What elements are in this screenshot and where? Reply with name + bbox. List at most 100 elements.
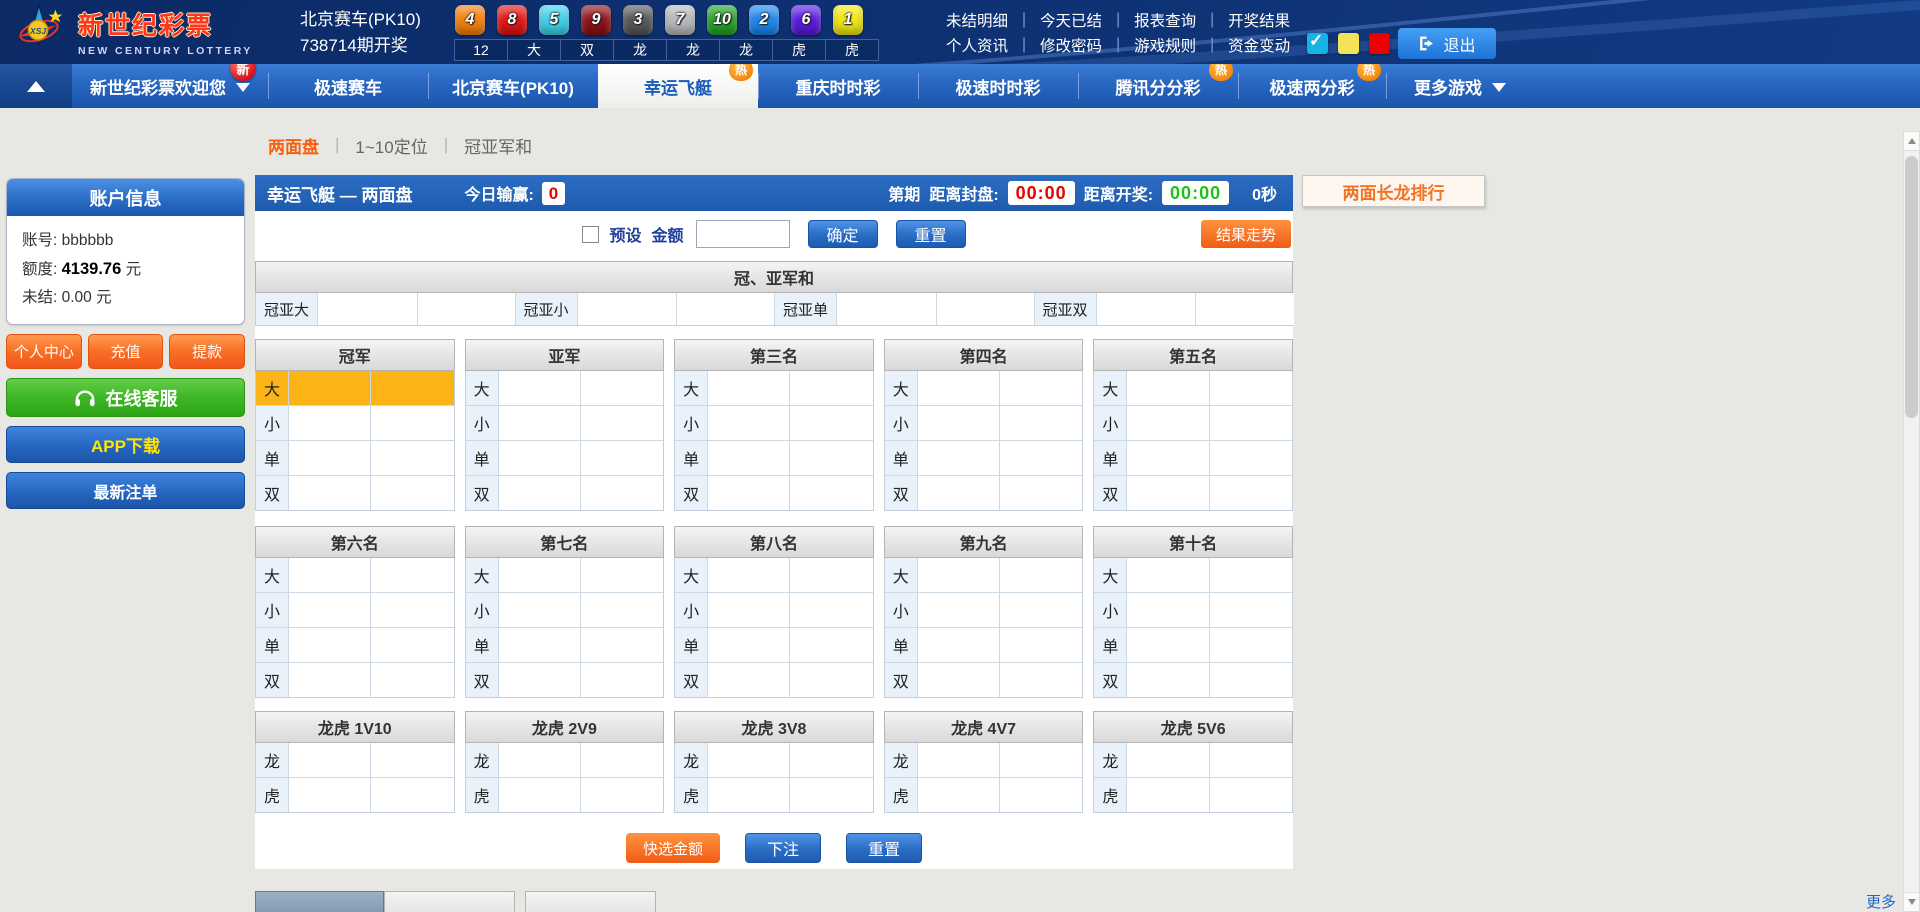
bet-cell[interactable] [790, 371, 872, 405]
app-download-button[interactable]: APP下载 [6, 426, 245, 463]
bet-cell[interactable] [1127, 476, 1209, 510]
bet-cell[interactable] [918, 663, 1000, 697]
bet-cell[interactable] [371, 371, 453, 405]
bet-cell[interactable] [1000, 558, 1082, 592]
bet-cell[interactable] [1210, 406, 1292, 440]
bet-cell[interactable] [499, 778, 581, 812]
bet-cell[interactable] [708, 441, 790, 475]
sidebar-quick-button[interactable]: 个人中心 [6, 334, 82, 369]
bet-cell[interactable] [918, 743, 1000, 777]
header-menu-item[interactable]: 修改密码 [1026, 34, 1116, 56]
color-swatch[interactable] [1338, 33, 1359, 54]
bet-cell[interactable] [1196, 293, 1294, 325]
confirm-button[interactable]: 确定 [808, 220, 878, 248]
nav-tab[interactable]: 北京赛车(PK10) [428, 64, 598, 108]
bet-cell[interactable] [1127, 406, 1209, 440]
nav-tab[interactable]: 新世纪彩票欢迎您新 [72, 64, 268, 108]
bet-cell[interactable] [1210, 628, 1292, 662]
bet-cell[interactable] [1127, 743, 1209, 777]
header-menu-item[interactable]: 今天已结 [1026, 9, 1116, 31]
sidebar-quick-button[interactable]: 充值 [88, 334, 164, 369]
bet-cell[interactable] [499, 406, 581, 440]
subnav-item[interactable]: 1~10定位 [355, 133, 427, 158]
result-trend-button[interactable]: 结果走势 [1201, 220, 1291, 248]
bet-cell[interactable] [581, 743, 663, 777]
nav-collapse-button[interactable] [0, 64, 72, 108]
latest-orders-button[interactable]: 最新注单 [6, 472, 245, 509]
nav-tab[interactable]: 腾讯分分彩热 [1078, 64, 1238, 108]
bet-cell[interactable] [1000, 476, 1082, 510]
bet-cell[interactable] [581, 441, 663, 475]
bet-cell[interactable] [371, 743, 453, 777]
bet-cell[interactable] [1210, 558, 1292, 592]
bet-cell[interactable] [790, 663, 872, 697]
bet-cell[interactable] [1127, 628, 1209, 662]
subnav-item[interactable]: 两面盘 [268, 133, 319, 158]
bet-cell[interactable] [708, 628, 790, 662]
bet-cell[interactable] [289, 778, 371, 812]
logout-button[interactable]: 退出 [1398, 28, 1496, 59]
bet-cell[interactable] [371, 476, 453, 510]
bet-cell[interactable] [1127, 593, 1209, 627]
bet-cell[interactable] [289, 558, 371, 592]
bet-cell[interactable] [1097, 293, 1197, 325]
color-swatch[interactable] [1369, 33, 1390, 54]
bet-cell[interactable] [790, 558, 872, 592]
bet-cell[interactable] [499, 441, 581, 475]
bet-cell[interactable] [581, 476, 663, 510]
bet-cell[interactable] [289, 743, 371, 777]
bet-cell[interactable] [371, 406, 453, 440]
bet-cell[interactable] [1210, 371, 1292, 405]
bet-cell[interactable] [289, 628, 371, 662]
bet-cell[interactable] [371, 558, 453, 592]
online-service-button[interactable]: 在线客服 [6, 378, 245, 417]
scrollbar-thumb[interactable] [1905, 156, 1918, 418]
bet-cell[interactable] [1000, 406, 1082, 440]
bet-cell[interactable] [418, 293, 516, 325]
bet-cell[interactable] [918, 371, 1000, 405]
bet-cell[interactable] [581, 628, 663, 662]
bet-cell[interactable] [937, 293, 1035, 325]
bet-cell[interactable] [581, 593, 663, 627]
page-scrollbar[interactable] [1903, 131, 1920, 912]
bet-cell[interactable] [499, 371, 581, 405]
bet-cell[interactable] [289, 371, 371, 405]
bet-cell[interactable] [499, 593, 581, 627]
bet-cell[interactable] [499, 476, 581, 510]
reset-button[interactable]: 重置 [896, 220, 966, 248]
bet-cell[interactable] [1210, 476, 1292, 510]
bet-cell[interactable] [837, 293, 937, 325]
bet-cell[interactable] [918, 593, 1000, 627]
header-menu-item[interactable]: 资金变动 [1214, 34, 1304, 56]
bet-cell[interactable] [1000, 371, 1082, 405]
more-link[interactable]: 更多 [1866, 891, 1896, 912]
bet-cell[interactable] [1210, 778, 1292, 812]
nav-tab[interactable]: 极速时时彩 [918, 64, 1078, 108]
bet-cell[interactable] [1000, 593, 1082, 627]
bet-cell[interactable] [708, 406, 790, 440]
bet-cell[interactable] [790, 406, 872, 440]
bet-cell[interactable] [578, 293, 678, 325]
bet-cell[interactable] [289, 406, 371, 440]
bet-cell[interactable] [1000, 441, 1082, 475]
bet-cell[interactable] [790, 476, 872, 510]
two-side-dragon-rank-panel[interactable]: 两面长龙排行 [1302, 175, 1485, 207]
bet-cell[interactable] [1000, 778, 1082, 812]
bet-cell[interactable] [289, 441, 371, 475]
bet-cell[interactable] [1210, 593, 1292, 627]
bet-cell[interactable] [581, 558, 663, 592]
nav-tab[interactable]: 极速两分彩热 [1238, 64, 1386, 108]
bet-cell[interactable] [918, 406, 1000, 440]
bet-cell[interactable] [289, 476, 371, 510]
bet-cell[interactable] [371, 593, 453, 627]
bet-cell[interactable] [371, 663, 453, 697]
bet-cell[interactable] [708, 663, 790, 697]
bet-cell[interactable] [790, 628, 872, 662]
bet-cell[interactable] [708, 558, 790, 592]
bet-cell[interactable] [581, 778, 663, 812]
bet-cell[interactable] [581, 663, 663, 697]
bet-cell[interactable] [918, 476, 1000, 510]
header-menu-item[interactable]: 游戏规则 [1120, 34, 1210, 56]
bet-cell[interactable] [1127, 371, 1209, 405]
subnav-item[interactable]: 冠亚军和 [464, 133, 532, 158]
